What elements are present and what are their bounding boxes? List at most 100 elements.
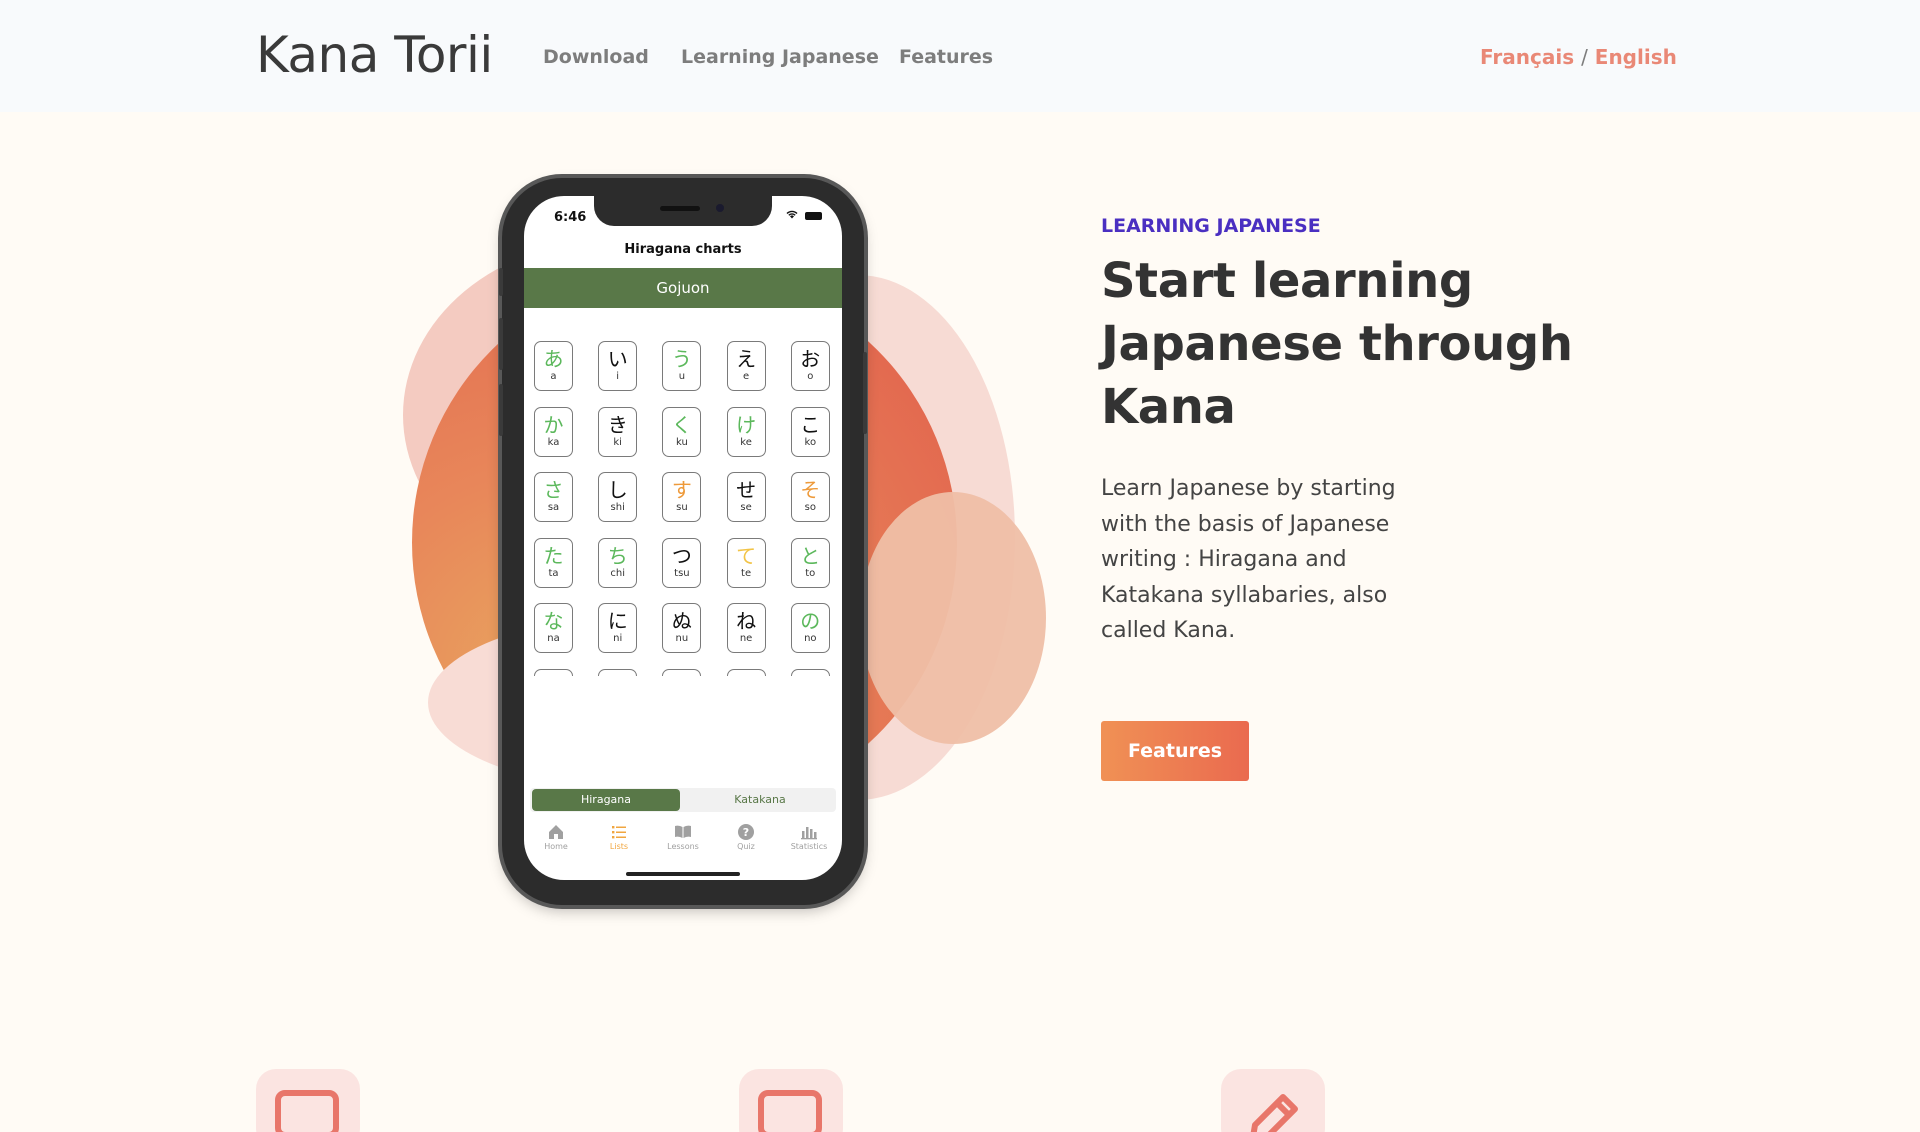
features-button[interactable]: Features — [1101, 721, 1249, 781]
kana-romaji: o — [807, 371, 814, 382]
phone-camera — [716, 204, 724, 212]
kana-character: か — [543, 412, 564, 437]
section-eyebrow: LEARNING JAPANESE — [1101, 215, 1321, 237]
phone-notch — [594, 196, 772, 226]
kana-cell[interactable]: か ka — [534, 406, 573, 457]
kana-character: へ — [728, 675, 765, 677]
kana-grid: あ a い i う u え e お o か ka き ki く ku け ke こ ko さ sa し shi す su せ se そ s… — [534, 341, 832, 676]
kana-romaji: te — [741, 567, 752, 579]
kana-cell[interactable]: す su — [662, 472, 702, 522]
kana-cell[interactable]: な na — [534, 603, 573, 653]
tab-quiz[interactable]: ? Quiz — [716, 822, 776, 852]
phone-screen: 6:46 Hiragana charts Gojuon あaいiうuえeおoかk… — [524, 196, 842, 880]
kana-romaji: na — [547, 633, 560, 644]
kana-cell[interactable]: く ku — [662, 406, 702, 457]
tab-home[interactable]: Home — [526, 822, 586, 852]
gojuon-section-bar: Gojuon — [524, 268, 842, 308]
kana-cell[interactable]: おo — [790, 341, 830, 391]
kana-cell[interactable]: つ tsu — [662, 537, 702, 588]
segment-hiragana[interactable]: Hiragana — [532, 789, 680, 811]
kana-cell[interactable]: き ki — [598, 406, 638, 457]
lang-french[interactable]: Français — [1480, 45, 1574, 69]
kana-character: き — [607, 412, 628, 437]
hero-description: Learn Japanese by starting with the basi… — [1101, 476, 1396, 643]
phone-power-button — [863, 352, 867, 434]
house-icon — [526, 822, 586, 842]
kana-cell[interactable]: ね ne — [726, 603, 766, 653]
tab-label: Lists — [609, 842, 629, 851]
kana-character: あ — [543, 347, 564, 371]
segment-katakana[interactable]: Katakana — [686, 789, 834, 811]
kana-character: こ — [800, 412, 821, 437]
phone-volume-down — [499, 384, 503, 436]
kana-cell[interactable]: ほho — [790, 668, 830, 676]
kana-cell[interactable]: せ se — [726, 472, 766, 522]
kana-romaji: ka — [547, 436, 560, 448]
kana-character: つ — [671, 543, 692, 568]
lang-english[interactable]: English — [1595, 45, 1677, 69]
kana-character: た — [543, 543, 564, 568]
battery-icon — [804, 212, 822, 220]
nav-learning-japanese[interactable]: Learning Japanese — [681, 44, 879, 70]
phone-silent-switch — [499, 268, 503, 296]
kana-cell[interactable]: し shi — [598, 472, 638, 522]
kana-cell[interactable]: ひhi — [598, 668, 638, 676]
question-circle-icon: ? — [716, 822, 776, 842]
kana-character: ふ — [663, 675, 700, 677]
book-icon — [653, 822, 713, 842]
kana-cell[interactable]: け ke — [726, 406, 766, 457]
kana-character: い — [607, 347, 628, 371]
phone-volume-up — [499, 318, 503, 370]
lang-separator: / — [1581, 45, 1588, 69]
kana-cell[interactable]: ち chi — [598, 537, 638, 588]
tab-lists[interactable]: Lists — [589, 822, 649, 852]
kana-cell[interactable]: はha — [534, 668, 573, 676]
nav-features[interactable]: Features — [899, 44, 993, 70]
kana-cell[interactable]: て te — [726, 537, 766, 588]
kana-character: な — [543, 609, 564, 633]
kana-cell[interactable]: そ so — [790, 472, 830, 522]
kana-cell[interactable]: に ni — [598, 603, 638, 653]
kana-character: く — [671, 412, 692, 437]
kana-cell[interactable]: ふfu — [662, 668, 702, 677]
kana-character: の — [800, 609, 821, 633]
kana-cell[interactable]: さ sa — [534, 472, 573, 522]
brand-logo[interactable]: Kana Torii — [256, 24, 493, 86]
pencil-icon — [1239, 1089, 1305, 1132]
kana-cell[interactable]: と to — [790, 537, 830, 588]
kana-cell[interactable]: へhe — [726, 668, 766, 677]
wifi-icon — [786, 209, 802, 222]
kana-cell[interactable]: いi — [598, 341, 638, 391]
kana-cell[interactable]: の no — [790, 603, 830, 653]
kana-character: て — [736, 543, 757, 568]
kana-cell[interactable]: こ ko — [790, 406, 830, 457]
tab-lessons[interactable]: Lessons — [653, 822, 713, 852]
kana-romaji: ne — [739, 633, 753, 644]
tab-statistics[interactable]: Statistics — [779, 822, 839, 852]
kana-romaji: i — [616, 371, 620, 382]
kana-character: ね — [736, 609, 757, 633]
kana-cell[interactable]: あa — [534, 341, 573, 391]
language-switcher: Français / English — [1480, 44, 1677, 70]
nav-download[interactable]: Download — [543, 44, 649, 70]
svg-text:?: ? — [743, 826, 749, 839]
kana-cell[interactable]: ぬ nu — [662, 603, 702, 653]
status-icons — [786, 209, 822, 222]
kana-romaji: ki — [613, 436, 622, 448]
site-header: Kana Torii Download Learning Japanese Fe… — [0, 0, 1920, 112]
kana-romaji: ta — [548, 567, 559, 579]
tab-label: Lessons — [667, 842, 699, 851]
kana-character: ぬ — [671, 609, 692, 633]
status-time: 6:46 — [554, 210, 587, 225]
tablet-icon — [757, 1089, 823, 1132]
kana-cell[interactable]: うu — [662, 341, 702, 391]
feature-tile — [256, 1069, 360, 1132]
kana-character: せ — [736, 478, 757, 502]
feature-tile — [1221, 1069, 1325, 1132]
hero-title: Start learning Japanese through Kana — [1101, 253, 1573, 435]
kana-cell[interactable]: えe — [726, 341, 766, 391]
kana-character: す — [671, 478, 692, 502]
kana-cell[interactable]: た ta — [534, 537, 573, 588]
kana-character: に — [607, 609, 628, 633]
kana-character: う — [671, 347, 692, 371]
